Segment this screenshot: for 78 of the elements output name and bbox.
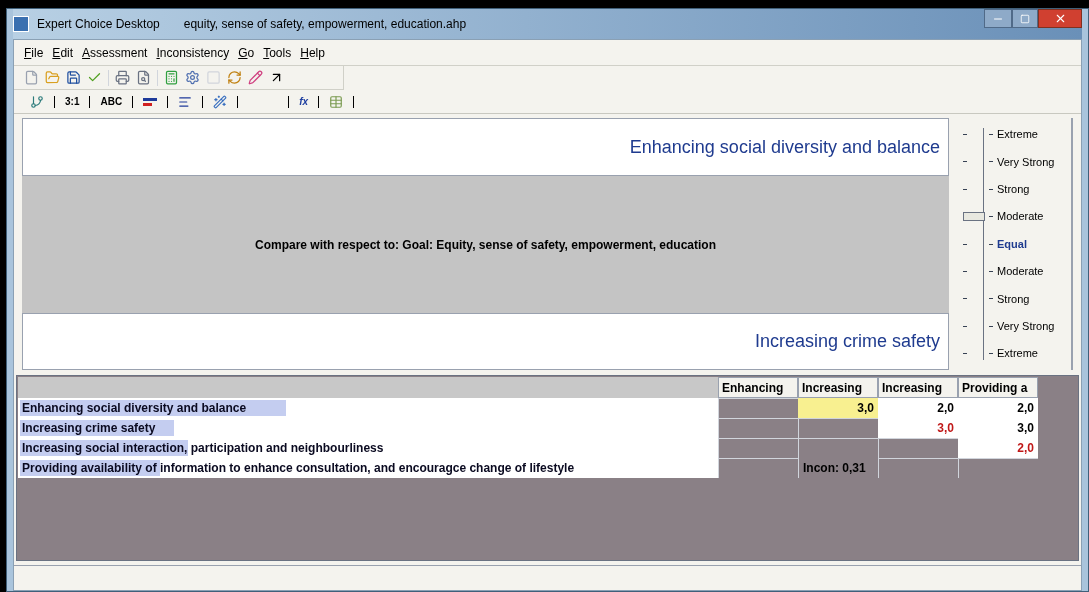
pencil-icon[interactable] [248, 70, 263, 85]
scale-label[interactable]: Moderate [997, 208, 1044, 225]
bars-icon [143, 97, 158, 106]
wand-icon [213, 94, 228, 109]
row-header[interactable]: Providing availability of information to enhance consultation, and encouragce change of lifestyle [18, 458, 718, 478]
calculator-icon[interactable] [164, 70, 179, 85]
row-label: Increasing social interaction, participation and neighbourliness [21, 440, 385, 457]
menu-item[interactable]: Inconsistency [156, 43, 230, 62]
tree-icon [30, 94, 44, 109]
window-title: Expert Choice Desktop [37, 16, 160, 33]
comparison-prompt: Compare with respect to: Goal: Equity, sense of safety, empowerment, education [255, 236, 716, 254]
scale-tick [989, 188, 993, 190]
scale-tick [963, 353, 967, 354]
scale-label[interactable]: Very Strong [997, 317, 1055, 335]
menu-item[interactable]: Help [300, 43, 325, 62]
scale-tick [989, 353, 993, 354]
printer-icon[interactable] [115, 70, 130, 85]
gear-icon[interactable] [185, 70, 200, 85]
row-label: Providing availability of information to enhance consultation, and encouragce change of lifestyle [21, 460, 576, 477]
scale-tick [989, 216, 993, 218]
scale-tick [963, 325, 967, 327]
judgment-cell[interactable]: 3,0 [878, 418, 958, 438]
row-header[interactable]: Enhancing social diversity and balance [18, 398, 718, 418]
row-header[interactable]: Increasing social interaction, participation and neighbourliness [18, 438, 718, 458]
slider-thumb[interactable] [963, 212, 985, 222]
scale-tick [963, 270, 967, 272]
judgment-cell[interactable]: 2,0 [958, 398, 1038, 418]
scale-tick [989, 243, 993, 245]
scale-label[interactable]: Extreme [997, 345, 1038, 362]
view-tab[interactable]: fx [289, 94, 319, 109]
column-header[interactable]: Enhancing [718, 377, 798, 398]
column-header[interactable]: Increasing [798, 377, 878, 398]
column-header[interactable]: Providing a [958, 377, 1038, 398]
judgment-cell[interactable]: 3,0 [798, 398, 878, 418]
menu-item[interactable]: Assessment [82, 43, 148, 62]
row-label: Increasing crime safety [21, 420, 157, 437]
scale-tick [989, 270, 993, 272]
scale-tick [989, 134, 993, 135]
maximize-button[interactable] [1012, 9, 1038, 28]
judgment-cell[interactable]: 3,0 [958, 418, 1038, 438]
app-icon [13, 16, 29, 32]
maximize-icon [1020, 13, 1030, 24]
scale-label[interactable]: Very Strong [997, 153, 1055, 171]
row-label: Enhancing social diversity and balance [21, 400, 248, 417]
bars-icon [178, 94, 193, 109]
new-file-icon[interactable] [24, 70, 39, 85]
element-name: Increasing crime safety [754, 330, 940, 353]
scale-label[interactable]: Extreme [997, 126, 1038, 143]
row-header[interactable]: Increasing crime safety [18, 418, 718, 438]
scale-tick [963, 243, 967, 245]
scale-tick [963, 298, 967, 300]
menu-item[interactable]: Tools [263, 43, 292, 62]
scale-tick [963, 188, 967, 190]
column-header[interactable]: Increasing [878, 377, 958, 398]
refresh-icon[interactable] [227, 70, 242, 85]
menu-item[interactable]: Go [238, 43, 255, 62]
menu-item[interactable]: File [24, 43, 44, 62]
minimize-button[interactable] [984, 9, 1012, 28]
view-tab[interactable]: ABC [90, 94, 133, 109]
scale-tick [989, 161, 993, 163]
scale-tick [963, 134, 967, 135]
table-icon [329, 94, 344, 109]
file-name: equity, sense of safety, empowerment, education.ahp [183, 16, 467, 33]
scale-label[interactable]: Equal [997, 235, 1027, 253]
scale-tick [989, 298, 993, 300]
view-tab[interactable]: 3:1 [55, 94, 90, 109]
scale-tick [963, 161, 967, 163]
element-name: Enhancing social diversity and balance [629, 135, 940, 159]
scale-label[interactable]: Strong [997, 290, 1030, 307]
scale-tick [989, 325, 993, 327]
judgment-cell[interactable]: 2,0 [958, 438, 1038, 458]
save-icon[interactable] [66, 70, 81, 85]
close-button[interactable] [1038, 9, 1082, 28]
preview-icon[interactable] [136, 70, 151, 85]
scale-label[interactable]: Strong [997, 181, 1030, 198]
menu-item[interactable]: Edit [52, 43, 74, 62]
scale-label[interactable]: Moderate [997, 263, 1044, 280]
judgment-cell[interactable]: 2,0 [878, 398, 958, 418]
